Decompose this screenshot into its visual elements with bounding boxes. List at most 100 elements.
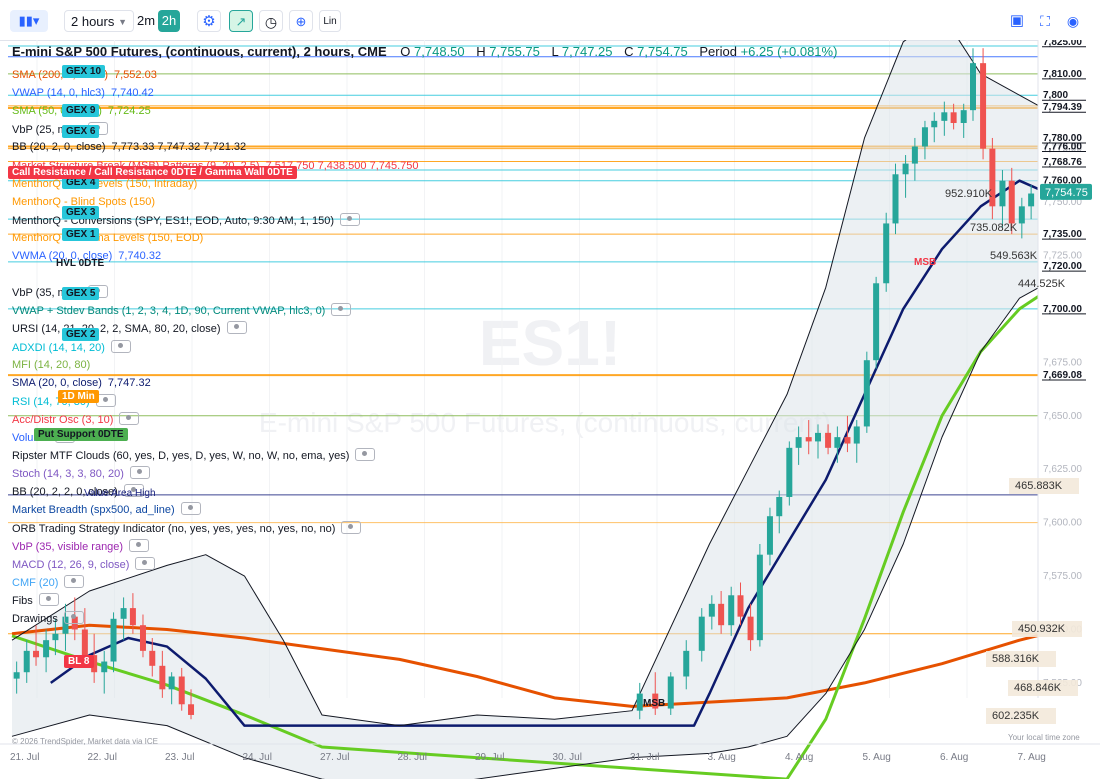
eye-icon[interactable] — [355, 448, 376, 462]
indicator-legend-row[interactable]: Ripster MTF Clouds (60, yes, D, yes, D, … — [12, 448, 376, 463]
label-msb2: MSB — [643, 698, 666, 709]
period-value: +6.25 (+0.081%) — [740, 44, 838, 59]
tag-gex2: GEX 2 — [62, 328, 100, 341]
indicator-legend-row[interactable]: URSI (14, 21, 20, 2, 2, SMA, 80, 20, clo… — [12, 321, 247, 336]
fullscreen-icon[interactable]: ⛶ — [1034, 10, 1056, 32]
eye-icon[interactable] — [226, 321, 247, 335]
candle-body — [892, 174, 899, 224]
eye-icon[interactable] — [341, 520, 362, 534]
vbp-volume-label: 468.846K — [1014, 682, 1062, 694]
price-level-label: 7,768.76 — [1043, 157, 1082, 168]
eye-icon[interactable] — [38, 592, 59, 606]
timeframe-2m[interactable]: 2m — [134, 10, 158, 32]
clock-icon[interactable]: ◷ — [259, 10, 283, 32]
indicator-legend-row[interactable]: Stoch (14, 3, 3, 80, 20) — [12, 466, 150, 481]
crosshair-icon[interactable]: ⊕ — [289, 10, 313, 32]
indicator-legend-row[interactable]: SMA (20, 0, close) 7,747.32 — [12, 376, 151, 390]
indicator-legend-row[interactable]: CMF (20) — [12, 574, 85, 590]
x-axis-label: 6. Aug — [940, 752, 968, 763]
indicator-legend-row[interactable]: ADXDI (14, 14, 20) — [12, 339, 131, 355]
candle-body — [970, 63, 976, 111]
candle-body — [950, 112, 957, 123]
candle-body — [159, 665, 166, 690]
candle-body — [149, 650, 156, 666]
eye-icon[interactable] — [110, 339, 131, 353]
candle-body — [1028, 193, 1035, 207]
price-level-label: 7,720.00 — [1043, 261, 1082, 272]
candle-body — [23, 650, 30, 673]
candle-body — [766, 516, 773, 555]
indicator-name: ORB Trading Strategy Indicator (no, yes,… — [12, 522, 336, 535]
indicator-legend-row[interactable]: Drawings — [12, 611, 84, 626]
tag-min1d: 1D Min — [58, 390, 99, 403]
eye-icon[interactable] — [129, 466, 150, 480]
price-level-label: 7,825.00 — [1043, 40, 1082, 48]
indicator-name: CMF (20) — [12, 576, 59, 589]
open-label: O — [400, 44, 411, 59]
candle-body — [101, 661, 108, 673]
candle-body — [911, 146, 918, 164]
candle-body — [110, 618, 117, 662]
indicator-name: MenthorQ - Conversions (SPY, ES1!, EOD, … — [12, 214, 335, 227]
vbp-volume-label: 952.910K — [945, 188, 993, 200]
price-tick-label: 7,625.00 — [1043, 464, 1082, 475]
indicator-value: 7,740.42 — [110, 87, 154, 100]
price-level-label: 7,735.00 — [1043, 229, 1082, 240]
candle-body — [815, 432, 821, 442]
indicator-legend-row[interactable]: BB (20, 2, 0, close) 7,773.33 7,747.32 7,… — [12, 140, 246, 154]
price-level-label: 7,776.00 — [1043, 141, 1082, 152]
candle-body — [13, 672, 20, 679]
price-tick-label: 7,575.00 — [1043, 571, 1082, 582]
candle-body — [853, 426, 860, 444]
settings-gear-icon[interactable]: ⚙ — [197, 10, 221, 32]
candle-body — [786, 447, 793, 497]
candle-body — [999, 180, 1006, 207]
eye-icon[interactable] — [331, 303, 352, 317]
eye-icon[interactable] — [63, 611, 84, 624]
x-axis-label: 3. Aug — [708, 752, 736, 763]
indicator-legend-row[interactable]: Market Breadth (spx500, ad_line) — [12, 502, 201, 517]
indicator-legend-row[interactable]: VWAP + Stdev Bands (1, 2, 3, 4, 1D, 90, … — [12, 303, 352, 318]
indicator-value: 7,740.32 — [118, 250, 162, 262]
eye-icon[interactable] — [180, 502, 201, 516]
candle-body — [863, 360, 870, 427]
camera-icon[interactable]: ◉ — [1062, 10, 1084, 32]
eye-icon[interactable] — [135, 556, 156, 570]
high-value: 7,755.75 — [489, 44, 540, 59]
low-value: 7,747.25 — [561, 44, 613, 59]
candle-body — [960, 110, 967, 123]
interval-dropdown[interactable]: 2 hours ▼ — [64, 10, 134, 32]
vbp-volume-label: 465.883K — [1015, 480, 1063, 492]
tag-gex3: GEX 3 — [62, 206, 100, 219]
tag-gex6: GEX 6 — [62, 125, 100, 138]
indicator-name: BB (20, 2, 0, close) — [12, 141, 106, 154]
eye-icon[interactable] — [64, 574, 85, 588]
indicator-legend-row[interactable]: ORB Trading Strategy Indicator (no, yes,… — [12, 520, 362, 536]
indicator-name: VWAP + Stdev Bands (1, 2, 3, 4, 1D, 90, … — [12, 305, 326, 318]
symbol-title: E-mini S&P 500 Futures, (continuous, cur… — [12, 44, 387, 59]
candle-body — [81, 629, 88, 656]
eye-icon[interactable] — [129, 538, 150, 552]
indicator-legend-row[interactable]: Acc/Distr Osc (3, 10) — [12, 411, 140, 427]
robot-icon[interactable]: ▣ — [1006, 10, 1028, 32]
indicator-legend-row[interactable]: MACD (12, 26, 9, close) — [12, 556, 156, 572]
candle-body — [844, 437, 851, 444]
eye-icon[interactable] — [340, 212, 361, 226]
candle-body — [980, 63, 987, 149]
indicator-legend-row[interactable]: MenthorQ - Gamma Levels (150, EOD) — [12, 231, 203, 245]
x-axis-label: 27. Jul — [320, 752, 349, 763]
indicator-legend-row[interactable]: MFI (14, 20, 80) — [12, 358, 90, 372]
toolbar: ▮▮▾ 2 hours ▼ 2m 2h ⚙ ↗ ◷ ⊕ Lin ▣ ⛶ ◉ — [0, 0, 1100, 41]
candle-body — [708, 603, 715, 617]
indicator-name: VbP (35, visible range) — [12, 540, 124, 553]
indicator-legend-row[interactable]: Fibs — [12, 592, 59, 608]
indicator-legend-row[interactable]: VWAP (14, 0, hlc3) 7,740.42 — [12, 86, 154, 100]
indicator-legend-row[interactable]: VbP (35, visible range) — [12, 538, 150, 554]
timeframe-2h[interactable]: 2h — [158, 10, 180, 32]
trend-line-icon[interactable]: ↗ — [229, 10, 253, 32]
chart-type-button[interactable]: ▮▮▾ — [10, 10, 48, 32]
high-label: H — [476, 44, 486, 59]
linear-scale-button[interactable]: Lin — [319, 10, 341, 32]
eye-icon[interactable] — [119, 411, 140, 425]
candle-body — [667, 676, 674, 709]
